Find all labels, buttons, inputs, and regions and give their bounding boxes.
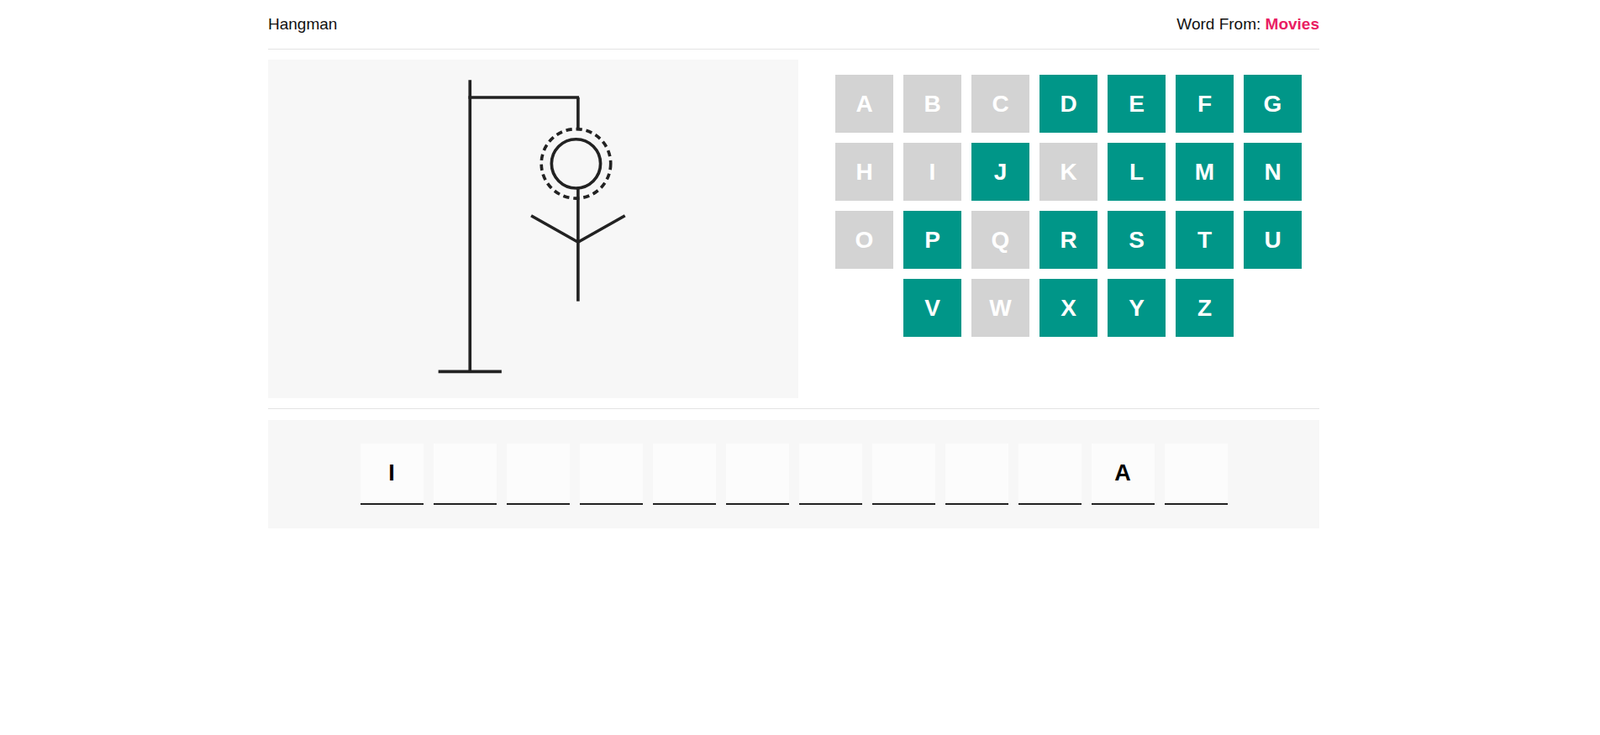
letter-key[interactable]: G [1243, 74, 1302, 133]
play-area: ABCDEFG HIJKLMN OPQRSTU VWXYZ [268, 59, 1320, 399]
letter-key[interactable]: P [903, 210, 962, 269]
game-container: HangmanWord From: MoviesABCDEFGHIJKLMNOP… [268, 0, 1320, 529]
gallows-panel [268, 59, 799, 399]
letter-key[interactable]: R [1039, 210, 1098, 269]
letter-slot [433, 443, 497, 506]
keyboard-row: OPQRSTU [820, 210, 1317, 269]
letter-key[interactable]: Q [971, 210, 1030, 269]
letter-key[interactable]: N [1243, 142, 1302, 201]
letter-key[interactable]: B [903, 74, 962, 133]
letter-key[interactable]: W [971, 278, 1030, 337]
letter-key[interactable]: Y [1107, 278, 1166, 337]
letter-key[interactable]: C [971, 74, 1030, 133]
letter-key[interactable]: D [1039, 74, 1098, 133]
letter-key[interactable]: L [1107, 142, 1166, 201]
letter-slot [945, 443, 1009, 506]
letter-key[interactable]: S [1107, 210, 1166, 269]
keyboard-row: HIJKLMN [820, 142, 1317, 201]
letter-key[interactable]: U [1243, 210, 1302, 269]
letter-key[interactable]: H [835, 142, 894, 201]
word-panel: IA [268, 420, 1320, 529]
letter-slot [652, 443, 716, 506]
letter-key[interactable]: J [971, 142, 1030, 201]
letter-slot: I [360, 443, 424, 506]
letter-key[interactable]: Z [1175, 278, 1234, 337]
letter-slot [1164, 443, 1228, 506]
letter-key[interactable]: I [903, 142, 962, 201]
letter-key[interactable]: K [1039, 142, 1098, 201]
category: Word From: Movies [1176, 12, 1320, 37]
keyboard: ABCDEFG HIJKLMN OPQRSTU VWXYZ [820, 59, 1317, 399]
header: Hangman Word From: Movies [268, 0, 1320, 50]
letter-key[interactable]: E [1107, 74, 1166, 133]
letter-slot [726, 443, 790, 506]
letter-key[interactable]: F [1175, 74, 1234, 133]
letter-key[interactable]: O [835, 210, 894, 269]
letter-slot [872, 443, 936, 506]
letter-slot [506, 443, 570, 506]
game-title: Hangman [268, 12, 337, 37]
keyboard-row: ABCDEFG [820, 74, 1317, 133]
letter-key[interactable]: T [1175, 210, 1234, 269]
letter-key[interactable]: A [835, 74, 894, 133]
letter-slot [579, 443, 643, 506]
hangman-drawing [268, 59, 799, 399]
letter-key[interactable]: M [1175, 142, 1234, 201]
letter-key[interactable]: X [1039, 278, 1098, 337]
letter-slot [799, 443, 863, 506]
divider [268, 408, 1320, 410]
letter-slot: A [1091, 443, 1155, 506]
app: HangmanWord From: MoviesABCDEFGHIJKLMNOP… [0, 0, 1600, 735]
letter-slot [1018, 443, 1082, 506]
keyboard-row: VWXYZ [820, 278, 1317, 337]
letter-key[interactable]: V [903, 278, 962, 337]
